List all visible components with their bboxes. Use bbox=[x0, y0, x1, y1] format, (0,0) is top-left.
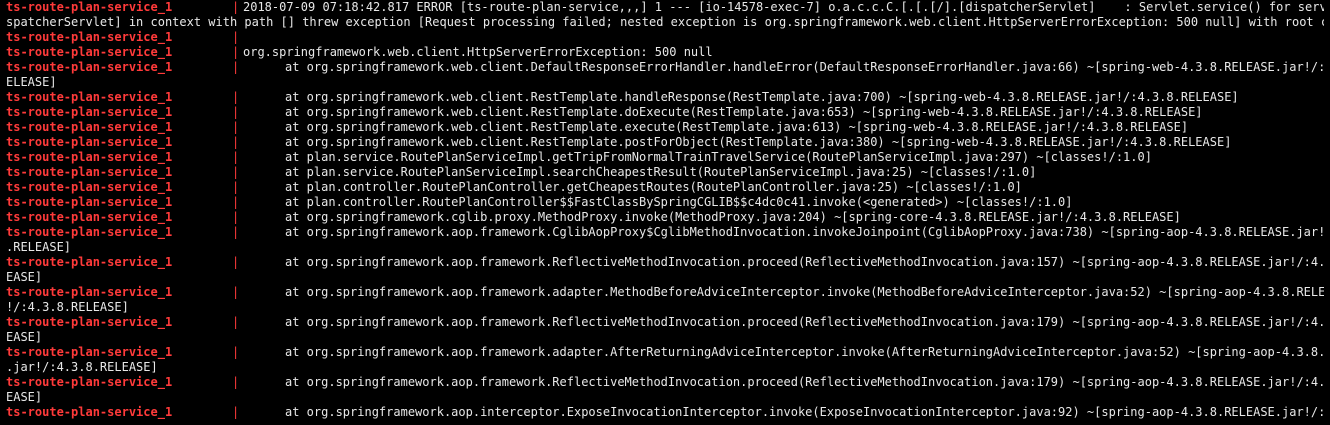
separator-bar: | bbox=[232, 285, 240, 299]
stack-frame-text: at org.springframework.web.client.RestTe… bbox=[285, 120, 1189, 134]
stack-frame-text: at org.springframework.aop.interceptor.E… bbox=[285, 405, 1330, 419]
separator-bar: | bbox=[232, 315, 240, 329]
separator-bar: | bbox=[232, 120, 240, 134]
service-name-prefix: ts-route-plan-service_1 bbox=[6, 180, 173, 194]
stack-frame-text: at org.springframework.web.client.RestTe… bbox=[285, 90, 1239, 104]
separator-bar: | bbox=[232, 345, 240, 359]
stack-frame-text: at org.springframework.aop.framework.Ref… bbox=[285, 375, 1330, 389]
separator-bar: | bbox=[232, 255, 240, 269]
separator-bar: | bbox=[232, 165, 240, 179]
stack-frame-text: at org.springframework.aop.framework.Ref… bbox=[285, 255, 1330, 269]
service-name-prefix: ts-route-plan-service_1 bbox=[6, 0, 173, 14]
service-name-prefix: ts-route-plan-service_1 bbox=[6, 90, 173, 104]
stack-frame-text: at plan.controller.RoutePlanController.g… bbox=[285, 180, 1022, 194]
stack-frame-text: at org.springframework.web.client.Defaul… bbox=[285, 60, 1330, 74]
log-continuation-text: spatcherServlet] in context with path []… bbox=[6, 15, 1330, 29]
separator-bar: | bbox=[232, 225, 240, 239]
stack-frame-text: at org.springframework.aop.framework.ada… bbox=[285, 285, 1330, 299]
log-continuation-text: .jar!/:4.3.8.RELEASE] bbox=[6, 360, 158, 374]
service-name-prefix: ts-route-plan-service_1 bbox=[6, 45, 173, 59]
service-name-prefix: ts-route-plan-service_1 bbox=[6, 30, 173, 44]
separator-bar: | bbox=[232, 180, 240, 194]
stack-frame-text: at org.springframework.web.client.RestTe… bbox=[285, 135, 1232, 149]
separator-bar: | bbox=[232, 105, 240, 119]
terminal-window[interactable]: ts-route-plan-service_1 | 2018-07-09 07:18… bbox=[0, 0, 1330, 425]
terminal-right-edge bbox=[1324, 0, 1330, 425]
stack-frame-text: at org.springframework.web.client.RestTe… bbox=[285, 105, 1203, 119]
service-name-prefix: ts-route-plan-service_1 bbox=[6, 105, 173, 119]
service-name-prefix: ts-route-plan-service_1 bbox=[6, 165, 173, 179]
log-continuation-text: ELEASE] bbox=[6, 75, 57, 89]
log-continuation-text: EASE] bbox=[6, 270, 43, 284]
service-name-prefix: ts-route-plan-service_1 bbox=[6, 135, 173, 149]
service-name-prefix: ts-route-plan-service_1 bbox=[6, 405, 173, 419]
stack-frame-text: at plan.service.RoutePlanServiceImpl.sea… bbox=[285, 165, 1037, 179]
service-name-prefix: ts-route-plan-service_1 bbox=[6, 315, 173, 329]
log-continuation-text: EASE] bbox=[6, 330, 43, 344]
separator-bar: | bbox=[232, 405, 240, 419]
service-name-prefix: ts-route-plan-service_1 bbox=[6, 375, 173, 389]
stack-frame-text: at org.springframework.cglib.proxy.Metho… bbox=[285, 210, 1181, 224]
separator-bar: | bbox=[232, 135, 240, 149]
service-name-prefix: ts-route-plan-service_1 bbox=[6, 60, 173, 74]
log-message-text: org.springframework.web.client.HttpServe… bbox=[243, 45, 713, 59]
separator-bar: | bbox=[232, 195, 240, 209]
stack-frame-text: at org.springframework.aop.framework.Ref… bbox=[285, 315, 1330, 329]
stack-frame-text: at org.springframework.aop.framework.Cgl… bbox=[285, 225, 1330, 239]
separator-bar: | bbox=[232, 150, 240, 164]
service-name-prefix: ts-route-plan-service_1 bbox=[6, 150, 173, 164]
service-name-prefix: ts-route-plan-service_1 bbox=[6, 225, 173, 239]
stack-frame-text: at plan.service.RoutePlanServiceImpl.get… bbox=[285, 150, 1152, 164]
separator-bar: | bbox=[232, 0, 240, 14]
separator-bar: | bbox=[232, 45, 240, 59]
separator-bar: | bbox=[232, 60, 240, 74]
separator-bar: | bbox=[232, 90, 240, 104]
service-name-prefix: ts-route-plan-service_1 bbox=[6, 345, 173, 359]
service-name-prefix: ts-route-plan-service_1 bbox=[6, 285, 173, 299]
separator-bar: | bbox=[232, 30, 240, 44]
log-continuation-text: EASE] bbox=[6, 390, 43, 404]
service-name-prefix: ts-route-plan-service_1 bbox=[6, 255, 173, 269]
service-name-prefix: ts-route-plan-service_1 bbox=[6, 210, 173, 224]
service-name-prefix: ts-route-plan-service_1 bbox=[6, 120, 173, 134]
log-continuation-text: !/:4.3.8.RELEASE] bbox=[6, 300, 129, 314]
stack-frame-text: at plan.controller.RoutePlanController$$… bbox=[285, 195, 1073, 209]
service-name-prefix: ts-route-plan-service_1 bbox=[6, 195, 173, 209]
stack-frame-text: at org.springframework.aop.framework.ada… bbox=[285, 345, 1330, 359]
log-continuation-text: .RELEASE] bbox=[6, 240, 72, 254]
separator-bar: | bbox=[232, 375, 240, 389]
log-message-text: 2018-07-09 07:18:42.817 ERROR [ts-route-… bbox=[243, 0, 1330, 14]
separator-bar: | bbox=[232, 210, 240, 224]
